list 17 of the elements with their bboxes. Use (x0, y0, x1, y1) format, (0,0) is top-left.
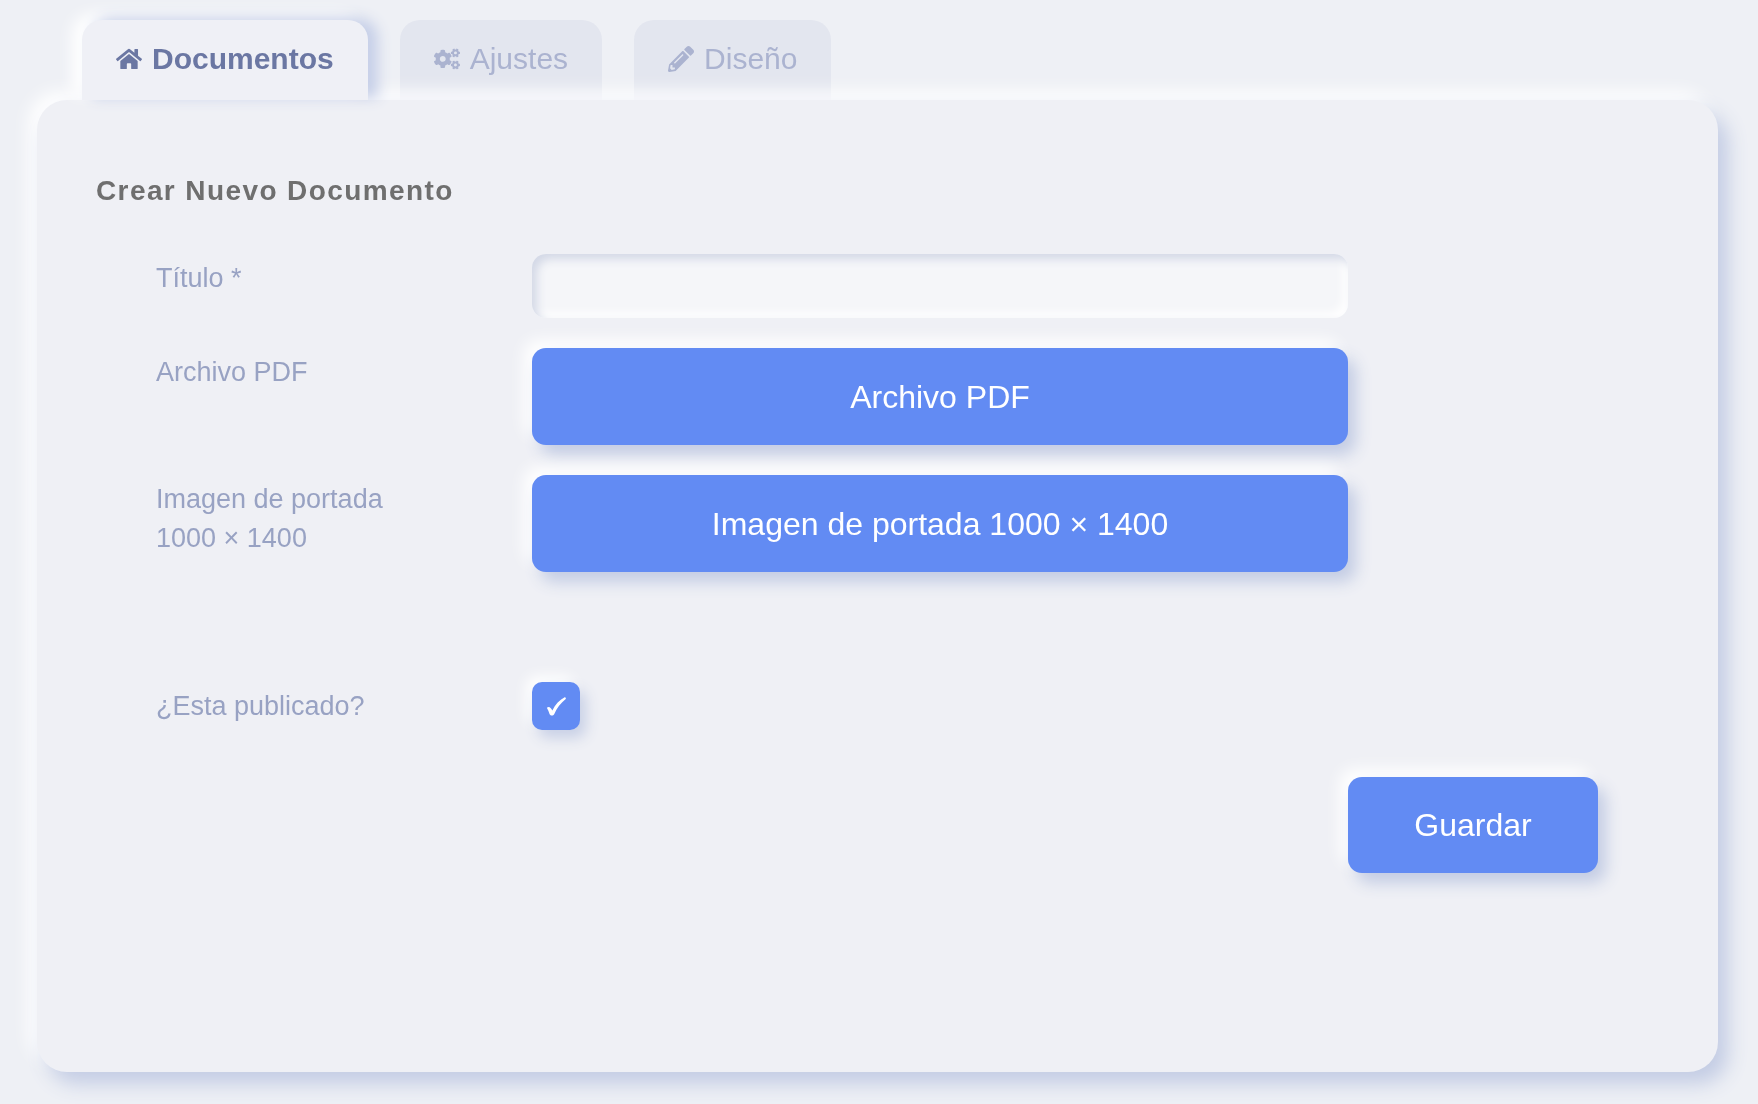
field-label: Imagen de portada 1000 × 1400 (156, 483, 384, 555)
gears-icon (433, 46, 460, 72)
form-heading: Crear Nuevo Documento (96, 174, 454, 208)
field-label: Título * (156, 262, 242, 295)
tab[interactable]: Documentos (82, 20, 368, 100)
check-icon (545, 696, 567, 716)
file-upload-button[interactable]: Imagen de portada 1000 × 1400 (532, 475, 1348, 572)
field-label: Archivo PDF (156, 356, 308, 389)
field-label: ¿Esta publicado? (156, 689, 365, 723)
file-upload-button[interactable]: Archivo PDF (532, 348, 1348, 445)
checkbox[interactable] (532, 682, 580, 730)
tab[interactable]: Diseño (634, 20, 832, 100)
tab[interactable]: Ajustes (399, 20, 603, 100)
house-icon (116, 46, 142, 72)
pencil-icon (668, 46, 695, 72)
input-field[interactable] (532, 254, 1348, 318)
save-button[interactable]: Guardar (1348, 777, 1598, 873)
